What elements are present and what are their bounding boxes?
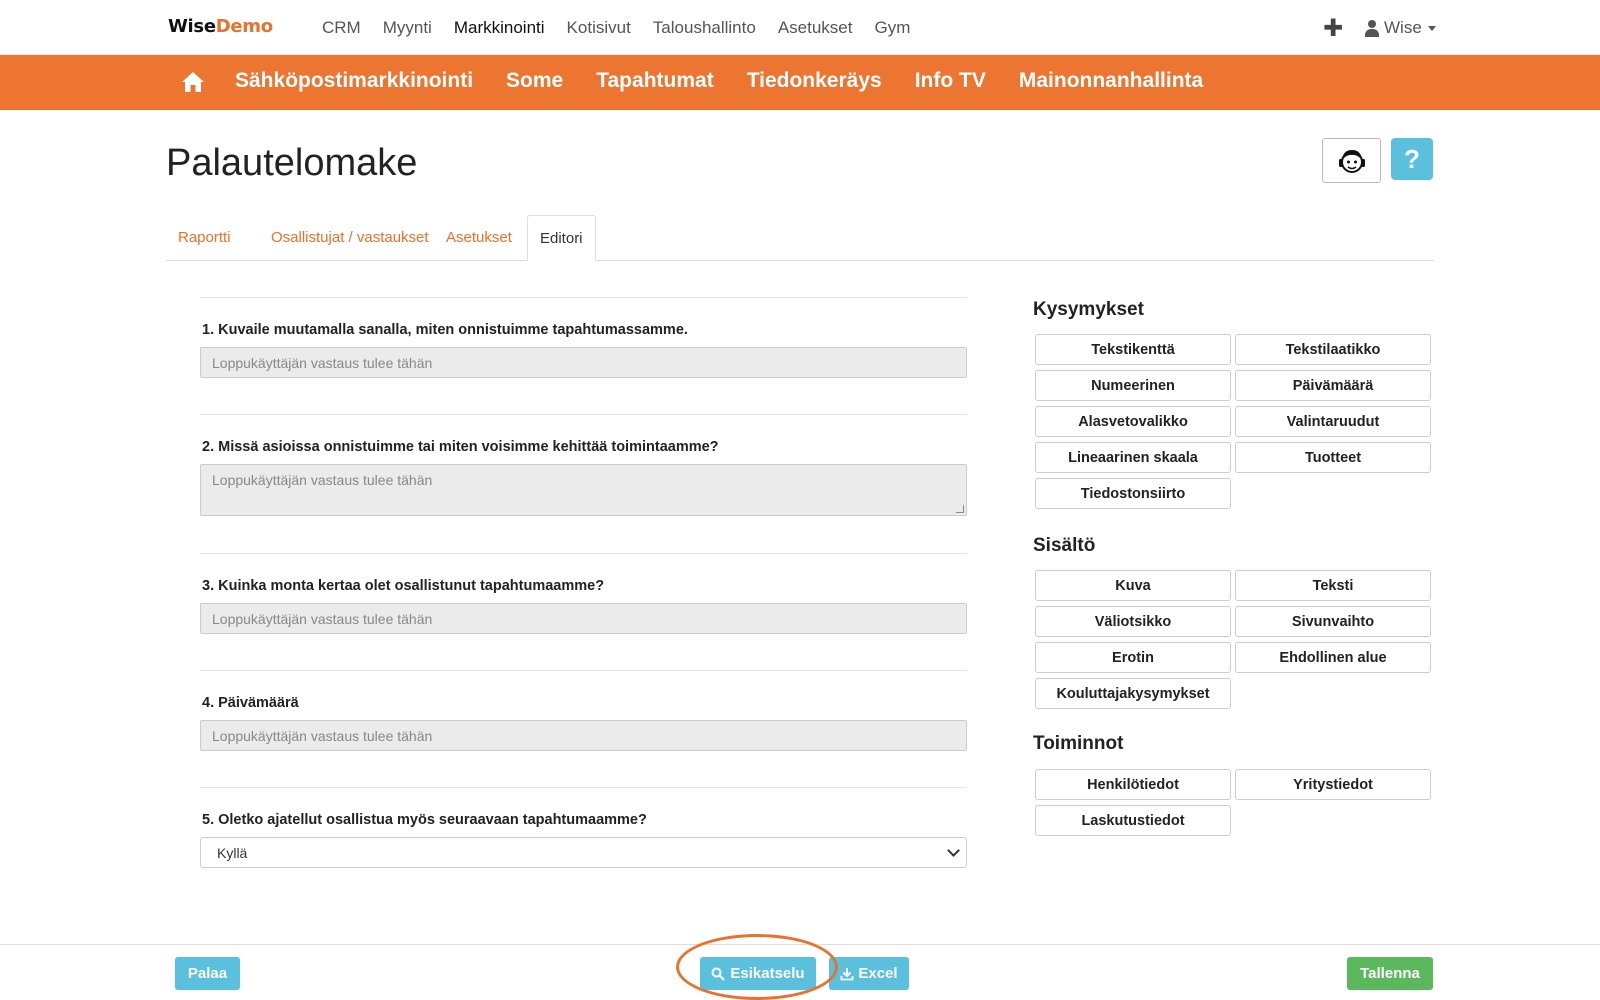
support-button[interactable] xyxy=(1322,138,1381,183)
logo-text-demo: Demo xyxy=(215,16,273,37)
add-kouluttajakysymykset-button[interactable]: Kouluttajakysymykset xyxy=(1035,678,1231,709)
user-menu[interactable]: Wise xyxy=(1364,18,1436,38)
download-icon xyxy=(840,967,854,980)
subnav-item-some[interactable]: Some xyxy=(506,69,563,93)
logo[interactable]: WiseDemo xyxy=(168,16,273,37)
divider xyxy=(200,553,967,554)
add-tiedostonsiirto-button[interactable]: Tiedostonsiirto xyxy=(1035,478,1231,509)
tab-asetukset[interactable]: Asetukset xyxy=(434,215,524,261)
tab-bar: Raportti Osallistujat / vastaukset Asetu… xyxy=(166,215,1434,261)
excel-button[interactable]: Excel xyxy=(829,957,909,990)
nav-item-crm[interactable]: CRM xyxy=(322,18,361,38)
divider xyxy=(200,297,967,298)
search-icon xyxy=(711,967,726,981)
question-label: 5. Oletko ajatellut osallistua myös seur… xyxy=(202,812,647,828)
tab-osallistujat[interactable]: Osallistujat / vastaukset xyxy=(259,215,441,261)
add-tekstikentta-button[interactable]: Tekstikenttä xyxy=(1035,334,1231,365)
tab-editori[interactable]: Editori xyxy=(527,215,596,261)
preview-label: Esikatselu xyxy=(730,965,805,982)
nav-item-myynti[interactable]: Myynti xyxy=(383,18,432,38)
section-title-sisalto: Sisältö xyxy=(1033,535,1096,556)
subnav-item-mainonnanhallinta[interactable]: Mainonnanhallinta xyxy=(1019,69,1203,93)
add-tekstilaatikko-button[interactable]: Tekstilaatikko xyxy=(1235,334,1431,365)
add-erotin-button[interactable]: Erotin xyxy=(1035,642,1231,673)
subnav-item-sahkopostimarkkinointi[interactable]: Sähköpostimarkkinointi xyxy=(235,69,473,93)
help-button[interactable]: ? xyxy=(1391,138,1433,180)
top-navbar: WiseDemo CRM Myynti Markkinointi Kotisiv… xyxy=(0,0,1600,55)
back-button[interactable]: Palaa xyxy=(175,957,240,990)
add-paivamaara-button[interactable]: Päivämäärä xyxy=(1235,370,1431,401)
add-sivunvaihto-button[interactable]: Sivunvaihto xyxy=(1235,606,1431,637)
divider xyxy=(200,787,967,788)
add-alasvetovalikko-button[interactable]: Alasvetovalikko xyxy=(1035,406,1231,437)
question-label: 2. Missä asioissa onnistuimme tai miten … xyxy=(202,439,719,455)
section-title-toiminnot: Toiminnot xyxy=(1033,733,1124,754)
answer-placeholder: Loppukäyttäjän vastaus tulee tähän xyxy=(212,472,433,488)
subnav-item-tapahtumat[interactable]: Tapahtumat xyxy=(596,69,713,93)
add-henkilotiedot-button[interactable]: Henkilötiedot xyxy=(1035,769,1231,800)
plus-icon[interactable]: ✚ xyxy=(1323,14,1343,43)
answer-date-field[interactable]: Loppukäyttäjän vastaus tulee tähän xyxy=(200,720,967,751)
subnav-item-tiedonkerays[interactable]: Tiedonkeräys xyxy=(747,69,882,93)
add-ehdollinen-alue-button[interactable]: Ehdollinen alue xyxy=(1235,642,1431,673)
footer-bar: Palaa Esikatselu Excel Tallenna xyxy=(0,944,1600,1000)
divider xyxy=(200,670,967,671)
question-label: 3. Kuinka monta kertaa olet osallistunut… xyxy=(202,578,605,594)
divider xyxy=(200,414,967,415)
logo-text-wise: Wise xyxy=(168,16,216,37)
add-numeerinen-button[interactable]: Numeerinen xyxy=(1035,370,1231,401)
section-title-kysymykset: Kysymykset xyxy=(1033,299,1144,320)
answer-text-field[interactable]: Loppukäyttäjän vastaus tulee tähän xyxy=(200,603,967,634)
select-value: Kyllä xyxy=(217,845,248,861)
user-name: Wise xyxy=(1384,18,1422,37)
nav-item-gym[interactable]: Gym xyxy=(874,18,910,38)
sub-navbar: Sähköpostimarkkinointi Some Tapahtumat T… xyxy=(0,55,1600,110)
add-valiotsikko-button[interactable]: Väliotsikko xyxy=(1035,606,1231,637)
sub-menu: Sähköpostimarkkinointi Some Tapahtumat T… xyxy=(235,69,1236,93)
add-lineaarinen-skaala-button[interactable]: Lineaarinen skaala xyxy=(1035,442,1231,473)
add-teksti-button[interactable]: Teksti xyxy=(1235,570,1431,601)
support-agent-icon xyxy=(1338,149,1365,173)
nav-item-taloushallinto[interactable]: Taloushallinto xyxy=(653,18,756,38)
subnav-item-info-tv[interactable]: Info TV xyxy=(915,69,986,93)
add-kuva-button[interactable]: Kuva xyxy=(1035,570,1231,601)
question-label: 1. Kuvaile muutamalla sanalla, miten onn… xyxy=(202,322,688,338)
page-title: Palautelomake xyxy=(166,142,418,184)
chevron-down-icon xyxy=(1427,25,1436,31)
add-valintaruudut-button[interactable]: Valintaruudut xyxy=(1235,406,1431,437)
save-button[interactable]: Tallenna xyxy=(1347,957,1433,990)
preview-button[interactable]: Esikatselu xyxy=(700,957,816,990)
excel-label: Excel xyxy=(858,965,898,982)
nav-item-kotisivut[interactable]: Kotisivut xyxy=(567,18,631,38)
answer-textarea[interactable]: Loppukäyttäjän vastaus tulee tähän xyxy=(200,464,967,516)
main-menu: CRM Myynti Markkinointi Kotisivut Talous… xyxy=(322,18,932,38)
answer-select[interactable]: Kyllä xyxy=(200,837,967,868)
home-icon[interactable] xyxy=(181,71,205,93)
resize-handle-icon[interactable] xyxy=(956,505,964,513)
tab-raportti[interactable]: Raportti xyxy=(166,215,243,261)
add-yritystiedot-button[interactable]: Yritystiedot xyxy=(1235,769,1431,800)
nav-item-asetukset[interactable]: Asetukset xyxy=(778,18,853,38)
add-laskutustiedot-button[interactable]: Laskutustiedot xyxy=(1035,805,1231,836)
user-icon xyxy=(1364,19,1380,37)
nav-item-markkinointi[interactable]: Markkinointi xyxy=(454,18,545,38)
question-label: 4. Päivämäärä xyxy=(202,695,299,711)
answer-text-field[interactable]: Loppukäyttäjän vastaus tulee tähän xyxy=(200,347,967,378)
add-tuotteet-button[interactable]: Tuotteet xyxy=(1235,442,1431,473)
chevron-down-icon xyxy=(947,844,960,857)
